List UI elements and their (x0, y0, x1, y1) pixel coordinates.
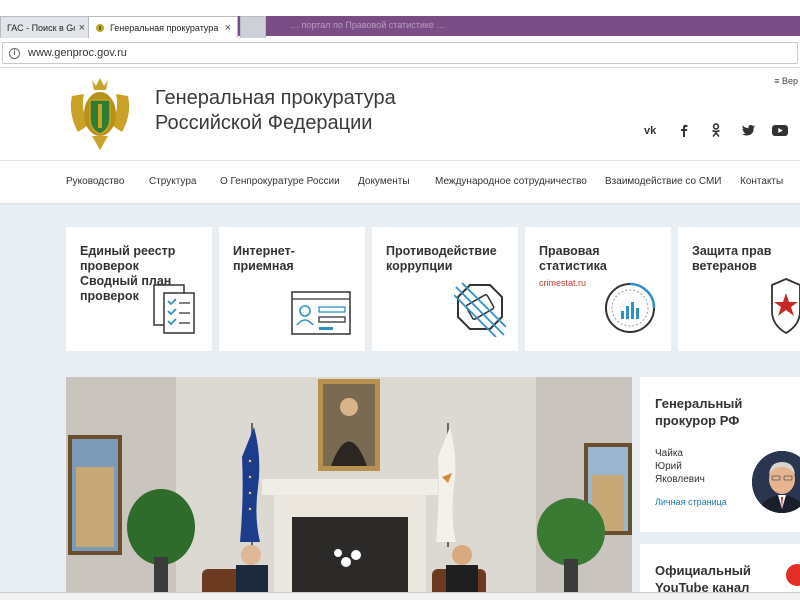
browser-tabstrip: ГАС - Поиск в Googl × Генеральная прокур… (0, 0, 800, 40)
card-title: Правовая статистика (539, 244, 607, 273)
site-title[interactable]: Генеральная прокуратура Российской Федер… (155, 86, 396, 136)
tab-title: ГАС - Поиск в Googl (7, 22, 75, 33)
nav-item-documents[interactable]: Документы (358, 176, 410, 187)
prosecutor-portrait[interactable] (752, 451, 800, 513)
prosecutor-name: Чайка Юрий Яковлевич (655, 448, 705, 485)
browser-bottom-bar (0, 592, 800, 600)
emblem-favicon-icon (96, 23, 104, 32)
browser-tab-genproc[interactable]: Генеральная прокуратура × (88, 16, 238, 38)
nav-item-media[interactable]: Взаимодействие со СМИ (605, 176, 722, 187)
site-header: Генеральная прокуратура Российской Федер… (0, 68, 800, 160)
url-text: www.genproc.gov.ru (28, 47, 127, 59)
nav-item-structure[interactable]: Структура (149, 176, 196, 187)
prosecutor-emblem-logo[interactable] (66, 74, 134, 154)
statistics-chart-icon (605, 282, 656, 333)
svg-text:vk: vk (644, 125, 657, 135)
faded-tab-text: … портал по Правовой статистике … (290, 20, 446, 30)
card-legal-statistics[interactable]: Правовая статистика crimestat.ru (525, 227, 671, 351)
site-title-line1: Генеральная прокуратура (155, 87, 396, 109)
social-links: vk (636, 120, 796, 140)
youtube-icon[interactable] (764, 120, 796, 140)
close-icon[interactable]: × (225, 22, 231, 34)
checklist-icon (153, 284, 195, 334)
crimestat-link[interactable]: crimestat.ru (539, 278, 586, 288)
id-card-icon (291, 291, 351, 335)
accessibility-version-link[interactable]: ≡ Вер (774, 76, 798, 86)
twitter-icon[interactable] (732, 120, 764, 140)
youtube-play-icon[interactable] (786, 564, 800, 586)
new-tab-button[interactable] (240, 16, 266, 38)
nav-item-international[interactable]: Международное сотрудничество (435, 176, 587, 187)
card-veterans-rights[interactable]: Защита прав ветеранов (678, 227, 800, 351)
personal-page-link[interactable]: Личная страница (655, 497, 727, 507)
tab-title: Генеральная прокуратура (110, 22, 219, 33)
main-navigation: Руководство Структура О Генпрокуратуре Р… (0, 160, 800, 204)
nav-item-contacts[interactable]: Контакты (740, 176, 783, 187)
prosecutor-heading: Генеральный прокурор РФ (655, 396, 743, 428)
card-title: Защита прав ветеранов (692, 244, 772, 273)
card-anti-corruption[interactable]: Противодействие коррупции (372, 227, 518, 351)
card-internet-reception[interactable]: Интернет- приемная (219, 227, 365, 351)
address-bar: i www.genproc.gov.ru (0, 38, 800, 68)
browser-tab-google[interactable]: ГАС - Поиск в Googl × (0, 16, 92, 38)
card-inspection-registry[interactable]: Единый реестр проверок Сводный план пров… (66, 227, 212, 351)
nav-item-about[interactable]: О Генпрокуратуре России (220, 176, 340, 187)
prosecutor-general-card: Генеральный прокурор РФ Чайка Юрий Яковл… (640, 377, 800, 532)
info-icon[interactable]: i (9, 47, 20, 59)
odnoklassniki-icon[interactable] (700, 120, 732, 140)
no-bribe-icon (454, 282, 506, 337)
nav-item-leadership[interactable]: Руководство (66, 176, 124, 187)
vk-icon[interactable]: vk (636, 120, 668, 140)
veterans-star-shield-icon (771, 278, 800, 335)
facebook-icon[interactable] (668, 120, 700, 140)
news-photo-illustration (66, 377, 632, 600)
youtube-card-title: Официальный YouTube канал (655, 563, 751, 595)
close-icon[interactable]: × (79, 22, 85, 34)
content-area: Единый реестр проверок Сводный план пров… (0, 204, 800, 600)
card-title: Противодействие коррупции (386, 244, 497, 273)
card-title: Интернет- приемная (233, 244, 295, 273)
site-title-line2: Российской Федерации (155, 112, 373, 134)
news-photo[interactable] (66, 377, 632, 600)
url-input[interactable]: i www.genproc.gov.ru (2, 42, 798, 64)
